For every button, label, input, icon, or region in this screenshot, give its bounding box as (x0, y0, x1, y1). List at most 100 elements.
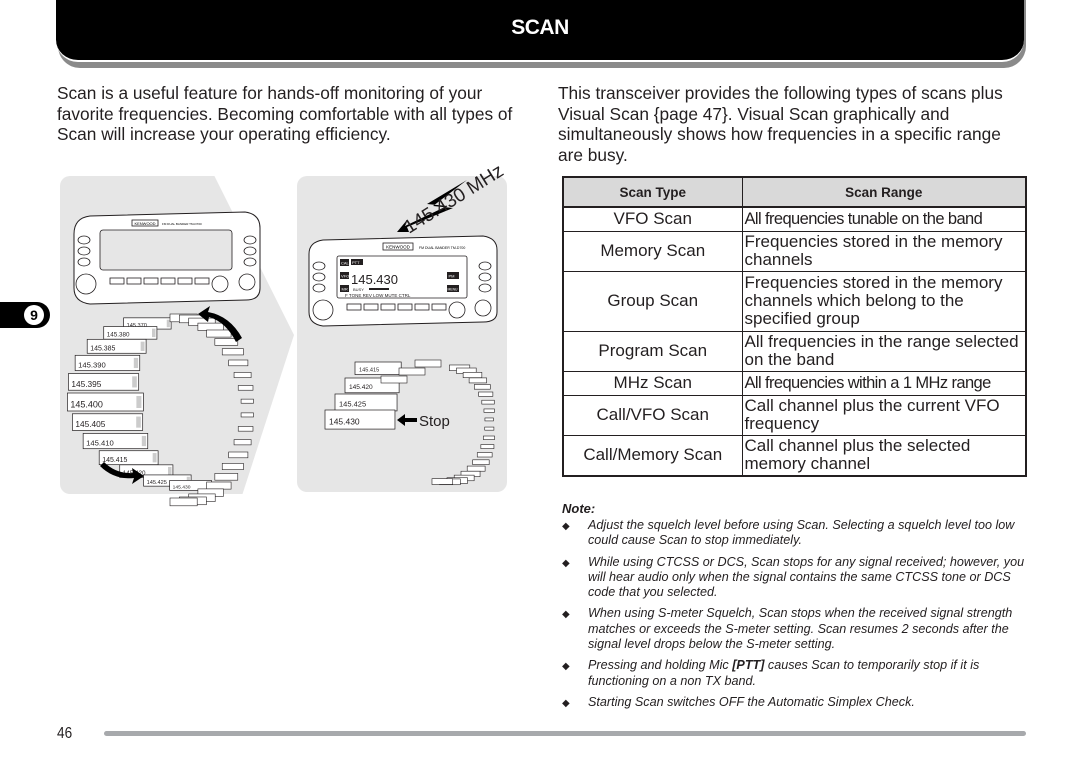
ring-display (484, 417, 494, 422)
table-row: Program Scan All frequencies in the range… (563, 331, 1026, 372)
page-title: SCAN (511, 16, 569, 39)
ring-display (472, 459, 490, 465)
stop-label: Stop (419, 413, 450, 430)
display-tag-ptt: PTT (352, 260, 360, 265)
notes-list: ◆ Adjust the squelch level before using S… (533, 518, 1028, 716)
note-text: Starting Scan switches OFF the Automatic… (588, 694, 915, 709)
scan-type-cell: Program Scan (563, 331, 743, 372)
ring-display (483, 435, 495, 440)
frequency-value: 145.380 (107, 332, 130, 339)
frequency-display: 145.380 (103, 326, 158, 340)
ring-display (237, 426, 254, 432)
note-item: ◆ When using S-meter Squelch, Scan stops … (533, 606, 1028, 652)
ring-display (431, 478, 454, 485)
diamond-bullet-icon: ◆ (562, 521, 570, 532)
ring-display (169, 497, 198, 507)
ring-display (214, 473, 239, 481)
table-row: MHz Scan All frequencies within a 1 MHz r… (563, 371, 1026, 396)
diamond-bullet-icon: ◆ (562, 557, 570, 569)
illustration-scan-cycle: KENWOOD FM DUAL BANDER TM-D700 145.37014… (67, 211, 261, 507)
note-text: When using S-meter Squelch, Scan stops w… (588, 606, 1013, 652)
page-number: 46 (57, 725, 73, 742)
column-header-scan-type: Scan Type (562, 176, 743, 208)
frequency-display (380, 375, 408, 384)
ring-display (481, 399, 495, 405)
ring-display (233, 439, 252, 446)
scan-range-cell: Frequencies stored in the memory channel… (742, 271, 1026, 332)
intro-paragraph-right: This transceiver provides the following … (558, 83, 1003, 165)
radio-front-panel: KENWOOD FM DUAL BANDER TM-D700 (73, 211, 261, 305)
ring-display (468, 377, 487, 384)
table-row: Call/Memory Scan Call channel plus the se… (563, 435, 1026, 476)
frequency-value: 145.385 (90, 345, 115, 352)
display-soft-keys: F TONE REV LOW MUTE CTRL (345, 293, 411, 298)
ring-display (221, 463, 244, 470)
scan-type-cell: VFO Scan (563, 207, 743, 232)
frequency-display: 145.415 (354, 361, 402, 375)
frequency-value: 145.390 (78, 361, 106, 370)
scan-range-cell: All frequencies within a 1 MHz range (742, 371, 1026, 396)
diamond-bullet-icon: ◆ (562, 697, 570, 709)
scan-type-cell: Call/VFO Scan (563, 395, 743, 436)
frequency-display (414, 359, 442, 368)
note-item: ◆ Pressing and holding Mic [PTT] causes S… (533, 658, 1028, 689)
ring-display (462, 372, 483, 378)
frequency-display: 145.395 (68, 373, 140, 391)
diamond-bullet-icon: ◆ (562, 609, 570, 621)
frequency-display: 145.410 (82, 433, 149, 450)
ring-display (206, 481, 232, 490)
column-header-scan-range: Scan Range (741, 176, 1027, 208)
table-row: Group Scan Frequencies stored in the memo… (563, 271, 1026, 332)
ring-display (228, 359, 249, 367)
radio-front-panel: KENWOOD FM DUAL BANDER TM-D700 CALL VFO … (308, 235, 498, 327)
frequency-value: 145.405 (75, 419, 105, 429)
display-tag-call: CALL (341, 261, 352, 266)
scan-type-cell: Memory Scan (563, 231, 743, 272)
note-key-label: [PTT] (732, 658, 765, 673)
ring-display (474, 384, 491, 390)
scan-range-cell: Call channel plus the current VFO freque… (742, 395, 1026, 436)
frequency-value: 145.425 (339, 400, 366, 409)
display-tag-vfo: VFO (341, 274, 349, 279)
ring-display (484, 426, 495, 431)
display-busy: BUSY (353, 287, 364, 292)
ring-display (483, 408, 495, 413)
diamond-bullet-icon: ◆ (562, 661, 570, 673)
chapter-tab: 9 (0, 302, 50, 328)
frequency-display: 145.425 (334, 393, 398, 412)
intro-paragraph-left: Scan is a useful feature for hands-off m… (57, 83, 513, 144)
note-text: While using CTCSS or DCS, Scan stops for… (588, 554, 1025, 600)
footer-rule (104, 731, 1026, 736)
scan-range-cell: Call channel plus the selected memory ch… (742, 435, 1026, 476)
frequency-value: 145.410 (86, 439, 114, 448)
frequency-value: 145.420 (349, 384, 373, 391)
illustration-scan-stop: 145.430 MHz KENWOOD FM DUAL BANDER TM-D7… (308, 161, 507, 486)
frequency-value: 145.430 (329, 416, 360, 426)
stop-arrow-icon (397, 414, 417, 426)
display-frequency: 145.430 (351, 272, 398, 287)
scan-type-cell: MHz Scan (563, 371, 743, 396)
radio-brand: KENWOOD (134, 221, 155, 226)
scan-type-cell: Group Scan (563, 271, 743, 332)
ring-display (197, 322, 224, 331)
scan-range-cell: Frequencies stored in the memory channel… (742, 231, 1026, 272)
ring-display (466, 465, 486, 472)
scan-range-cell: All frequencies tunable on the band (742, 207, 1026, 232)
note-heading: Note: (562, 501, 596, 516)
note-item: ◆ While using CTCSS or DCS, Scan stops fo… (533, 555, 1028, 601)
display-tag-menu: MENU (448, 288, 459, 292)
radio-model: FM DUAL BANDER TM-D700 (419, 246, 465, 250)
radio-model: FM DUAL BANDER TM-D700 (162, 222, 202, 226)
note-item: ◆ Adjust the squelch level before using S… (533, 518, 1028, 549)
frequency-display-stack: 145.370145.380145.385145.390145.395145.4… (67, 317, 212, 491)
table-row: Memory Scan Frequencies stored in the mem… (563, 231, 1026, 272)
ring-display (233, 372, 252, 378)
ring-display (476, 452, 493, 458)
ring-display (228, 451, 249, 459)
note-text: Pressing and holding Mic (588, 658, 733, 673)
ring-display (480, 444, 495, 449)
frequency-display: 145.415 (98, 450, 159, 466)
ring-display (214, 338, 239, 346)
scan-range-cell: All frequencies in the range selected on… (742, 331, 1026, 372)
table-row: VFO Scan All frequencies tunable on the b… (563, 207, 1026, 232)
